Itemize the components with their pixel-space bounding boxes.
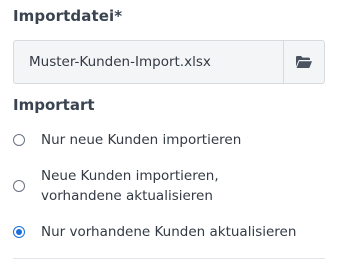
radio-option-label: Nur vorhandene Kunden aktualisieren [41, 224, 297, 240]
browse-button[interactable] [283, 41, 324, 83]
radio-button[interactable] [13, 180, 25, 192]
radio-button[interactable] [13, 134, 25, 146]
radio-option-label-line1: Neue Kunden importieren, [41, 168, 219, 184]
import-file-value[interactable]: Muster-Kunden-Import.xlsx [14, 41, 283, 83]
import-file-label: Importdatei* [13, 7, 123, 25]
radio-option-label: Neue Kunden importieren, vorhandene aktu… [41, 166, 219, 206]
import-file-field[interactable]: Muster-Kunden-Import.xlsx [13, 40, 325, 84]
divider [13, 258, 325, 259]
radio-option-new-only[interactable]: Nur neue Kunden importieren [13, 130, 241, 150]
import-type-label: Importart [13, 96, 95, 114]
radio-option-update-only[interactable]: Nur vorhandene Kunden aktualisieren [13, 222, 296, 242]
radio-option-label: Nur neue Kunden importieren [41, 132, 242, 148]
radio-option-label-line2: vorhandene aktualisieren [41, 188, 213, 204]
radio-button-selected[interactable] [13, 226, 25, 238]
radio-option-new-and-update[interactable]: Neue Kunden importieren, vorhandene aktu… [13, 166, 219, 206]
import-form: Importdatei* Muster-Kunden-Import.xlsx I… [0, 0, 347, 273]
folder-open-icon [296, 56, 312, 68]
